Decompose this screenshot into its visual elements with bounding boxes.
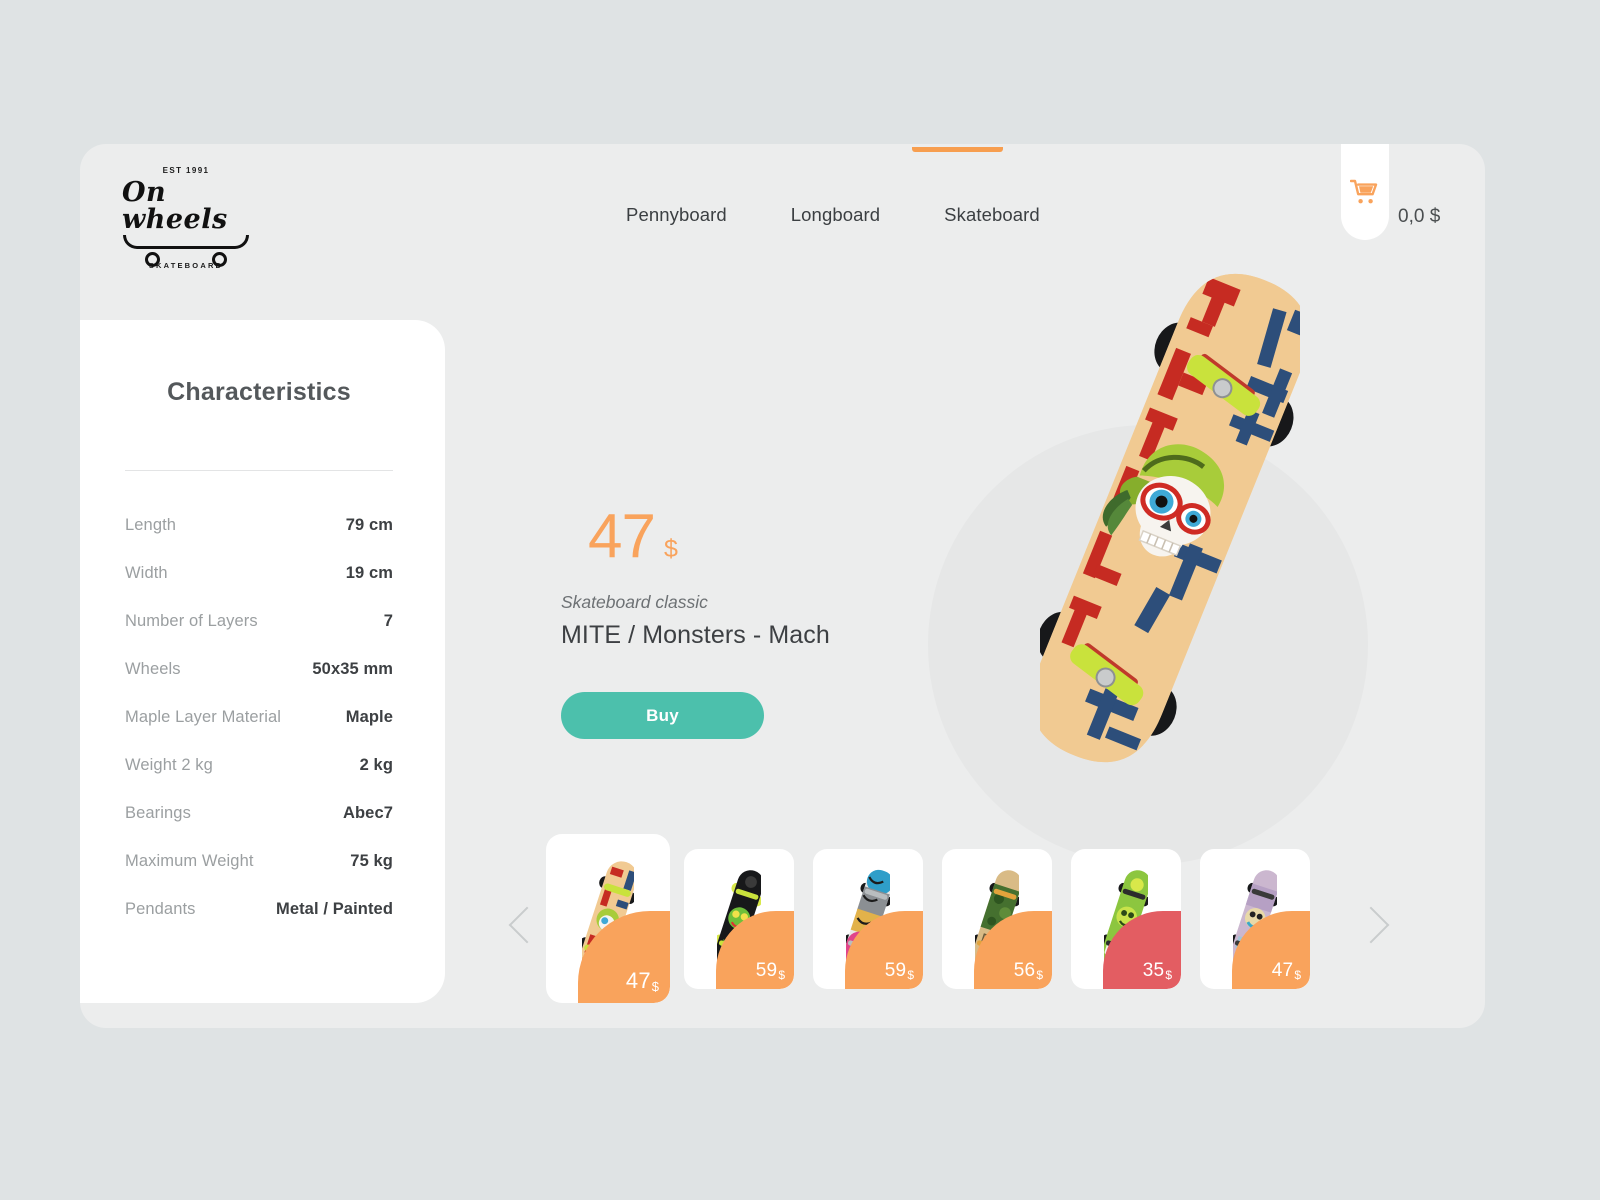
list-item[interactable]: 59 $	[684, 848, 794, 989]
cart-total-amount: 0,0 $	[1398, 206, 1441, 227]
table-row: Weight 2 kg 2 kg	[125, 741, 393, 789]
char-label: Bearings	[125, 803, 191, 822]
char-label: Number of Layers	[125, 611, 258, 630]
logo-skateboard-icon	[123, 235, 249, 267]
cart-button[interactable]	[1341, 144, 1389, 240]
price-amount: 47	[588, 502, 656, 571]
badge-currency: $	[1165, 967, 1172, 982]
characteristics-title: Characteristics	[167, 378, 351, 406]
logo-established-text: EST 1991	[162, 166, 210, 175]
char-value: Maple	[345, 707, 393, 726]
badge-price: 47	[1271, 959, 1294, 981]
char-value: 7	[383, 611, 393, 630]
product-category: Skateboard classic	[561, 592, 708, 612]
nav-item-pennyboard[interactable]: Pennyboard	[620, 200, 733, 230]
logo-brand-name: On wheels	[122, 177, 228, 235]
badge-currency: $	[1036, 967, 1043, 982]
table-row: Number of Layers 7	[125, 597, 393, 645]
chevron-left-icon[interactable]	[508, 906, 546, 944]
table-row: Maximum Weight 75 kg	[125, 837, 393, 885]
carousel-thumbnails: 47 $ 59 $ 59 $ 56 $ 35 $ 47 $	[546, 834, 1329, 1003]
product-price: 47 $	[588, 506, 678, 568]
nav-item-longboard[interactable]: Longboard	[785, 200, 886, 230]
main-navigation: Pennyboard Longboard Skateboard	[620, 200, 1046, 230]
char-label: Wheels	[125, 659, 181, 678]
char-label: Weight 2 kg	[125, 755, 213, 774]
list-item[interactable]: 47 $	[546, 834, 670, 1003]
characteristics-divider	[125, 470, 393, 471]
badge-price: 59	[755, 959, 778, 981]
price-currency: $	[663, 535, 678, 563]
char-value: 50x35 mm	[312, 659, 393, 678]
char-label: Maximum Weight	[125, 851, 254, 870]
brand-logo[interactable]: EST 1991 On wheels SKATEBOARD	[122, 166, 250, 270]
char-value: 75 kg	[350, 851, 393, 870]
table-row: Bearings Abec7	[125, 789, 393, 837]
badge-currency: $	[907, 967, 914, 982]
characteristics-list: Length 79 cm Width 19 cm Number of Layer…	[125, 501, 393, 933]
badge-price: 56	[1013, 959, 1036, 981]
nav-item-skateboard[interactable]: Skateboard	[938, 200, 1046, 230]
char-label: Pendants	[125, 899, 196, 918]
char-label: Maple Layer Material	[125, 707, 282, 726]
char-value: 2 kg	[359, 755, 393, 774]
table-row: Pendants Metal / Painted	[125, 885, 393, 933]
char-value: Metal / Painted	[275, 899, 393, 918]
table-row: Wheels 50x35 mm	[125, 645, 393, 693]
list-item[interactable]: 56 $	[942, 848, 1052, 989]
buy-button[interactable]: Buy	[561, 692, 764, 739]
characteristics-card: Characteristics Length 79 cm Width 19 cm…	[80, 320, 445, 1003]
product-image-area	[900, 250, 1420, 865]
product-carousel: 47 $ 59 $ 59 $ 56 $ 35 $ 47 $	[500, 834, 1390, 1014]
table-row: Width 19 cm	[125, 549, 393, 597]
list-item[interactable]: 47 $	[1200, 848, 1310, 989]
page-title: MITE / Monsters - Mach	[561, 621, 830, 649]
badge-price: 35	[1142, 959, 1165, 981]
char-value: Abec7	[342, 803, 393, 822]
badge-currency: $	[651, 979, 659, 994]
badge-currency: $	[778, 967, 785, 982]
badge-price: 47	[625, 968, 651, 993]
active-nav-indicator	[912, 147, 1003, 152]
badge-currency: $	[1294, 967, 1301, 982]
table-row: Length 79 cm	[125, 501, 393, 549]
char-value: 19 cm	[345, 563, 393, 582]
list-item[interactable]: 35 $	[1071, 848, 1181, 989]
shopping-cart-icon	[1350, 179, 1378, 204]
badge-price: 59	[884, 959, 907, 981]
char-value: 79 cm	[345, 515, 393, 534]
skateboard-hero-image	[1040, 255, 1300, 781]
list-item[interactable]: 59 $	[813, 848, 923, 989]
table-row: Maple Layer Material Maple	[125, 693, 393, 741]
char-label: Length	[125, 515, 177, 534]
char-label: Width	[125, 563, 168, 582]
